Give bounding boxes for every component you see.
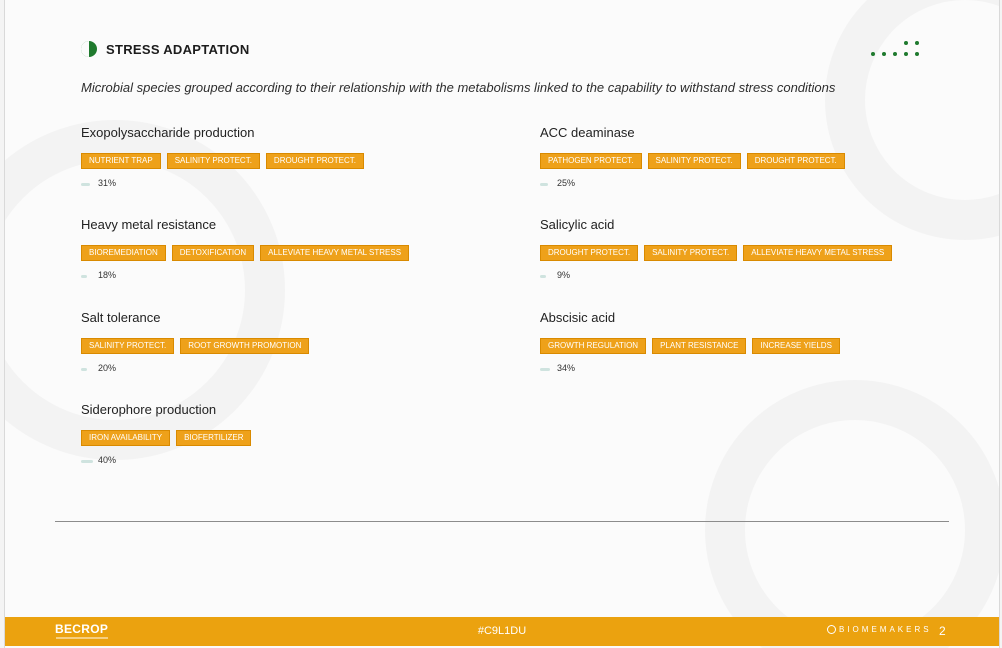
tag-list: NUTRIENT TRAP SALINITY PROTECT. DROUGHT PR… xyxy=(81,153,521,169)
tag-list: DROUGHT PROTECT. SALINITY PROTECT. ALLEVIA… xyxy=(540,245,980,261)
stress-group: Abscisic acid GROWTH REGULATION PLANT RESI… xyxy=(540,310,980,375)
percentage-bar xyxy=(81,183,90,186)
benefit-tag: DETOXIFICATION xyxy=(171,245,255,261)
background-decoration xyxy=(825,0,999,240)
stress-group: Exopolysaccharide production NUTRIENT TRA… xyxy=(81,125,521,190)
benefit-tag: IRON AVAILABILITY xyxy=(81,430,171,446)
benefit-tag: SALINITY PROTECT. xyxy=(644,245,738,261)
percentage-indicator: 25% xyxy=(540,178,980,190)
report-page: STRESS ADAPTATION Microbial species grou… xyxy=(4,0,1000,648)
benefit-tag: INCREASE YIELDS xyxy=(752,338,840,354)
benefit-tag: ROOT GROWTH PROMOTION xyxy=(180,338,310,354)
benefit-tag: GROWTH REGULATION xyxy=(540,338,647,354)
group-title: Abscisic acid xyxy=(540,310,616,325)
benefit-tag: PATHOGEN PROTECT. xyxy=(540,153,642,169)
benefit-tag: BIOFERTILIZER xyxy=(176,430,252,446)
percentage-bar xyxy=(81,275,87,278)
percentage-bar xyxy=(540,275,546,278)
benefit-tag: ALLEVIATE HEAVY METAL STRESS xyxy=(260,245,410,261)
tag-list: PATHOGEN PROTECT. SALINITY PROTECT. DROUGH… xyxy=(540,153,980,169)
group-title: Siderophore production xyxy=(81,402,217,417)
section-marker-icon xyxy=(81,41,97,57)
page-number: 2 xyxy=(939,624,946,638)
dots-decoration-icon xyxy=(871,40,923,58)
tag-list: IRON AVAILABILITY BIOFERTILIZER xyxy=(81,430,521,446)
percentage-value: 20% xyxy=(98,363,117,373)
group-title: ACC deaminase xyxy=(540,125,635,140)
benefit-tag: SALINITY PROTECT. xyxy=(166,153,260,169)
footer: BECROP #C9L1DU BIOMEMAKERS 2 xyxy=(5,617,999,646)
percentage-indicator: 31% xyxy=(81,178,521,190)
percentage-bar xyxy=(81,368,87,371)
group-title: Salt tolerance xyxy=(81,310,161,325)
benefit-tag: DROUGHT PROTECT. xyxy=(265,153,364,169)
stress-group: Salt tolerance SALINITY PROTECT. ROOT GROW… xyxy=(81,310,521,375)
tag-list: BIOREMEDIATION DETOXIFICATION ALLEVIATE HE… xyxy=(81,245,521,261)
biomemakers-brand: BIOMEMAKERS xyxy=(827,625,932,635)
percentage-value: 9% xyxy=(557,270,571,280)
percentage-bar xyxy=(540,368,550,371)
divider xyxy=(55,521,949,522)
tag-list: SALINITY PROTECT. ROOT GROWTH PROMOTION xyxy=(81,338,521,354)
percentage-indicator: 9% xyxy=(540,270,980,282)
page-subtitle: Microbial species grouped according to t… xyxy=(81,80,836,95)
percentage-value: 25% xyxy=(557,178,576,188)
percentage-bar xyxy=(81,460,93,463)
benefit-tag: ALLEVIATE HEAVY METAL STRESS xyxy=(743,245,893,261)
percentage-bar xyxy=(540,183,548,186)
benefit-tag: SALINITY PROTECT. xyxy=(647,153,741,169)
page-title: STRESS ADAPTATION xyxy=(106,42,250,57)
percentage-value: 40% xyxy=(98,455,117,465)
percentage-indicator: 20% xyxy=(81,363,521,375)
group-title: Exopolysaccharide production xyxy=(81,125,255,140)
biome-logo-icon xyxy=(827,625,836,635)
benefit-tag: SALINITY PROTECT. xyxy=(81,338,175,354)
percentage-value: 31% xyxy=(98,178,117,188)
background-decoration xyxy=(705,380,999,648)
group-title: Salicylic acid xyxy=(540,217,615,232)
brand-text: BIOMEMAKERS xyxy=(839,625,932,634)
logo-underline xyxy=(56,637,108,639)
percentage-value: 18% xyxy=(98,270,117,280)
stress-group: Salicylic acid DROUGHT PROTECT. SALINITY P… xyxy=(540,217,980,282)
tag-list: GROWTH REGULATION PLANT RESISTANCE INCREAS… xyxy=(540,338,980,354)
stress-group: Siderophore production IRON AVAILABILITY B… xyxy=(81,402,521,467)
percentage-indicator: 18% xyxy=(81,270,521,282)
benefit-tag: DROUGHT PROTECT. xyxy=(540,245,639,261)
percentage-value: 34% xyxy=(557,363,576,373)
benefit-tag: PLANT RESISTANCE xyxy=(652,338,747,354)
benefit-tag: BIOREMEDIATION xyxy=(81,245,166,261)
percentage-indicator: 40% xyxy=(81,455,521,467)
benefit-tag: DROUGHT PROTECT. xyxy=(746,153,845,169)
stress-group: ACC deaminase PATHOGEN PROTECT. SALINITY P… xyxy=(540,125,980,190)
benefit-tag: NUTRIENT TRAP xyxy=(81,153,161,169)
stress-group: Heavy metal resistance BIOREMEDIATION DETO… xyxy=(81,217,521,282)
percentage-indicator: 34% xyxy=(540,363,980,375)
group-title: Heavy metal resistance xyxy=(81,217,217,232)
